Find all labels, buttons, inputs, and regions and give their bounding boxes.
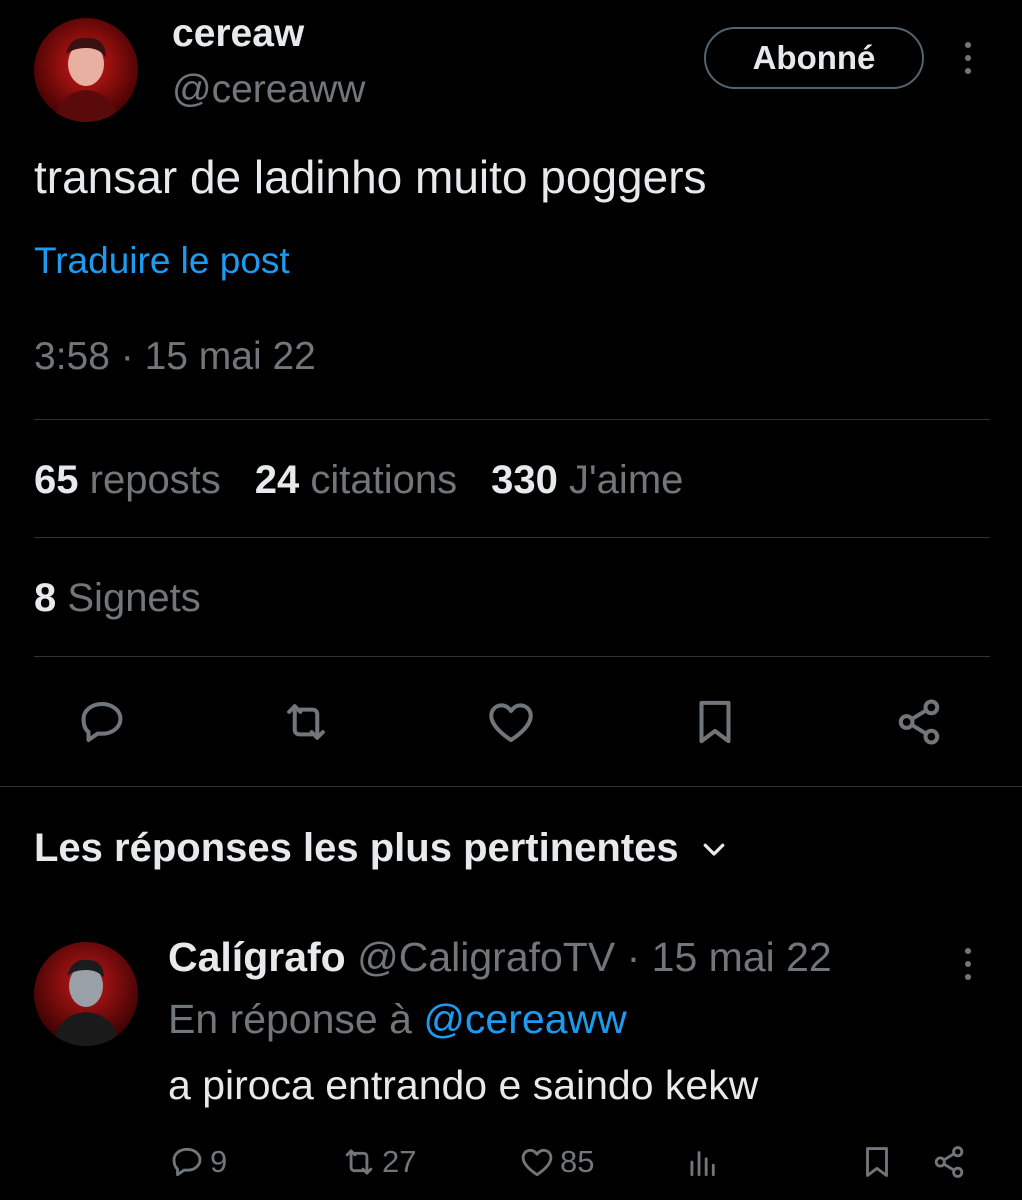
- author-name[interactable]: cereaw: [172, 12, 304, 56]
- post-timestamp[interactable]: 3:58 · 15 mai 22: [34, 335, 316, 379]
- more-options-icon[interactable]: [958, 42, 978, 74]
- reply-date[interactable]: 15 mai 22: [652, 934, 832, 980]
- likes-stat[interactable]: 330 J'aime: [491, 458, 683, 503]
- reply-icon: [81, 701, 123, 743]
- reply-bookmark-button[interactable]: [858, 1143, 896, 1181]
- divider: [34, 656, 990, 657]
- bookmark-button[interactable]: [685, 692, 745, 752]
- reply-context: En réponse à @cereaww: [168, 996, 627, 1043]
- reposts-count: 65: [34, 458, 79, 502]
- reposts-stat[interactable]: 65 reposts: [34, 458, 221, 503]
- repost-icon: [287, 704, 325, 740]
- bookmarks-count: 8: [34, 576, 57, 620]
- share-button[interactable]: [889, 692, 949, 752]
- reply-reply-button[interactable]: 9: [168, 1143, 227, 1181]
- repost-icon: [345, 1149, 373, 1175]
- replies-sort-dropdown[interactable]: Les réponses les plus pertinentes: [34, 826, 729, 871]
- divider: [34, 419, 990, 420]
- analytics-icon: [690, 1151, 715, 1177]
- quotes-stat[interactable]: 24 citations: [255, 458, 457, 503]
- bookmarks-label: Signets: [67, 576, 201, 620]
- reply-author-name[interactable]: Calígrafo: [168, 934, 346, 980]
- chevron-down-icon: [703, 843, 725, 856]
- like-button[interactable]: [481, 692, 541, 752]
- reposts-label: reposts: [89, 458, 221, 502]
- bookmarks-stat[interactable]: 8 Signets: [34, 576, 201, 621]
- repost-button[interactable]: [276, 692, 336, 752]
- likes-count: 330: [491, 458, 558, 502]
- reply-separator: ·: [626, 934, 641, 980]
- divider: [34, 537, 990, 538]
- reply-button[interactable]: [72, 692, 132, 752]
- post-text: transar de ladinho muito poggers: [34, 151, 707, 203]
- bookmark-icon: [866, 1147, 888, 1177]
- reply-text: a piroca entrando e saindo kekw: [168, 1062, 759, 1108]
- reply-likes-count: 85: [560, 1144, 595, 1179]
- follow-button[interactable]: Abonné: [704, 27, 924, 89]
- replies-section-title: Les réponses les plus pertinentes: [34, 826, 679, 870]
- author-avatar[interactable]: [34, 18, 138, 122]
- translate-link[interactable]: Traduire le post: [34, 240, 290, 282]
- reply-icon: [172, 1147, 202, 1177]
- like-icon: [521, 1148, 553, 1177]
- in-reply-prefix: En réponse à: [168, 996, 412, 1042]
- author-handle[interactable]: @cereaww: [172, 68, 365, 112]
- post-stats: 65 reposts 24 citations 330 J'aime: [34, 458, 717, 503]
- divider: [0, 786, 1022, 787]
- reply-share-button[interactable]: [930, 1143, 968, 1181]
- quotes-label: citations: [310, 458, 458, 502]
- likes-label: J'aime: [569, 458, 684, 502]
- reply-repost-button[interactable]: 27: [340, 1143, 416, 1181]
- reply-views-button[interactable]: [684, 1143, 722, 1181]
- reply-header: Calígrafo @CaligrafoTV · 15 mai 22: [168, 934, 832, 981]
- share-icon: [934, 1146, 964, 1178]
- reply-reposts-count: 27: [382, 1144, 417, 1179]
- share-icon: [898, 699, 940, 745]
- reply-author-handle[interactable]: @CaligrafoTV: [357, 934, 615, 980]
- reply-more-options-icon[interactable]: [958, 948, 978, 980]
- bookmark-icon: [699, 700, 731, 744]
- like-icon: [489, 703, 533, 743]
- reply-replies-count: 9: [210, 1144, 228, 1179]
- quotes-count: 24: [254, 458, 300, 502]
- reply-author-avatar[interactable]: [34, 942, 138, 1046]
- in-reply-handle-link[interactable]: @cereaww: [423, 996, 626, 1042]
- reply-like-button[interactable]: 85: [518, 1143, 594, 1181]
